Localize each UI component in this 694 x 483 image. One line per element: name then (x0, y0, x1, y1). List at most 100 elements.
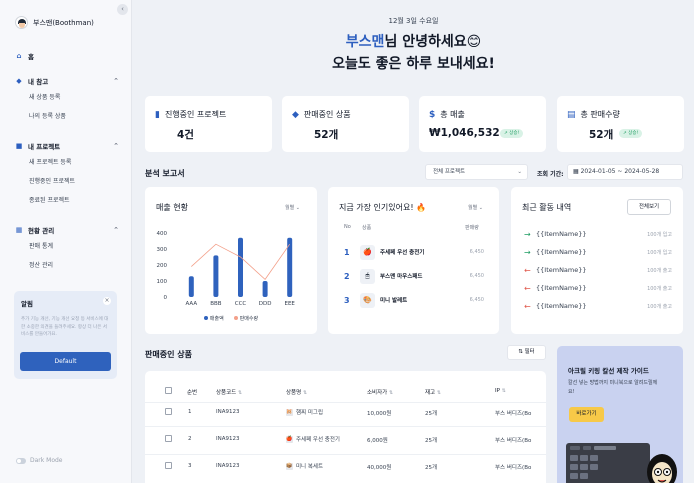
row-checkbox[interactable] (165, 435, 172, 442)
sidebar-item-my-products[interactable]: ◆ 내 참고 ⌃ (15, 74, 119, 88)
sales-panel: 매출 현황 월별 ⌄ 0 100 200 300 400 AAA BBB CCC DDD EEE … (145, 187, 317, 334)
greeting-rest: 님 안녕하세요😊 (384, 34, 482, 50)
greeting-name: 부스맨 (345, 34, 385, 50)
bar (262, 281, 268, 297)
sidebar-section-projects: ■ 내 프로젝트 ⌃ 새 프로젝트 등록 진행중인 프로젝트 종료된 프로젝트 (15, 139, 119, 210)
alert-default-button[interactable]: Default (20, 352, 111, 371)
current-date: 12월 3일 수요일 (388, 17, 439, 25)
sidebar: ‹ 부스맨(Boothman) ⌂ 홈 ◆ 내 참고 ⌃ 새 상품 등록 나의 … (0, 0, 132, 483)
sort-icon: ⇅ (302, 390, 308, 396)
activity-panel-title: 최근 활동 내역 (522, 203, 572, 212)
greeting-line-2: 오늘도 좋은 하루 보내세요! (332, 56, 495, 72)
col-product: 상품 (362, 225, 372, 231)
popular-period-dropdown[interactable]: 월별 ⌄ (468, 204, 483, 211)
list-item[interactable]: ← {{ItemName}} 100개 출고 (524, 282, 672, 294)
sidebar-item-sales-stats[interactable]: 판매 통계 (15, 237, 119, 256)
sidebar-item-active-projects[interactable]: 진행중인 프로젝트 (15, 172, 119, 191)
products-title: 판매중인 상품 (145, 350, 192, 359)
stat-value: 4건 (177, 129, 194, 141)
arrow-left-icon: ← (524, 283, 531, 293)
col-header-no[interactable]: 순번 (187, 388, 197, 396)
stat-value: ₩1,046,532 (429, 127, 500, 139)
dark-mode-label: Dark Mode (30, 457, 63, 464)
arrow-left-icon: ← (524, 301, 531, 311)
filter-button[interactable]: ⇅ 필터 (507, 345, 546, 360)
col-header-stock[interactable]: 재고 ⇅ (425, 388, 441, 396)
avatar (15, 16, 28, 29)
date-sep: ~ (617, 168, 623, 175)
trend-badge: ↗ 상승! (500, 129, 524, 138)
y-tick-label: 300 (157, 247, 168, 253)
promo-banner[interactable]: 아크릴 키링 칼선 제작 가이드 칼선 넣는 방법까지 미니북으로 알려드릴께요… (557, 346, 683, 483)
sales-chart: 0 100 200 300 400 AAA BBB CCC DDD EEE (157, 231, 296, 307)
sidebar-item-status[interactable]: ▦ 현황 관리 ⌃ (15, 223, 119, 237)
bar (238, 237, 243, 297)
product-thumbnail: 🍎 (286, 436, 293, 443)
chevron-up-icon: ⌃ (113, 226, 119, 234)
row-checkbox[interactable] (165, 462, 172, 469)
sidebar-item-my-projects[interactable]: ■ 내 프로젝트 ⌃ (15, 139, 119, 153)
folder-icon: ■ (15, 142, 23, 150)
col-header-code[interactable]: 상품코드 ⇅ (216, 388, 242, 396)
list-item[interactable]: → {{ItemName}} 100개 입고 (524, 228, 672, 240)
x-tick-label: DDD (259, 301, 272, 307)
sidebar-item-my-registered[interactable]: 나의 등록 상품 (15, 107, 119, 126)
col-no: No (344, 224, 351, 230)
project-select[interactable]: 전체 프로젝트 ⌄ (425, 164, 528, 180)
activity-panel: 최근 활동 내역 전체보기 → {{ItemName}} 100개 입고 → {{It… (511, 187, 683, 334)
legend-bar: 매출액 (203, 315, 224, 322)
list-item[interactable]: 1 🍎 주세페 우선 충전기 6,450 (344, 243, 484, 261)
sidebar-item-settlement[interactable]: 정산 관리 (15, 256, 119, 275)
arrow-left-icon: ← (524, 265, 531, 275)
stat-label: 진행중인 프로젝트 (164, 110, 227, 119)
bar (213, 255, 219, 297)
view-all-button[interactable]: 전체보기 (627, 199, 671, 215)
arrow-right-icon: → (524, 247, 531, 257)
select-all-checkbox[interactable] (165, 387, 172, 394)
list-item[interactable]: 3 🎨 미니 발레트 6,450 (344, 291, 484, 309)
sidebar-item-new-project[interactable]: 새 프로젝트 등록 (15, 153, 119, 172)
sort-icon: ⇅ (436, 390, 442, 396)
popular-period-value: 월별 (468, 205, 478, 211)
brand[interactable]: 부스맨(Boothman) (15, 16, 94, 29)
list-item[interactable]: 2 🖱 부스맨 마우스패드 6,450 (344, 267, 484, 285)
chart-legend: 매출액 판매수량 (145, 315, 317, 322)
chevron-up-icon: ⌃ (113, 142, 119, 150)
col-header-ip[interactable]: IP ⇅ (495, 388, 506, 394)
alert-text: 추가 기능 개선, 기능 개선 요청 등 서비스에 대한 소중한 의견을 들려주… (21, 317, 109, 337)
period-label: 조회 기간: (537, 171, 564, 178)
sidebar-item-new-product[interactable]: 새 상품 등록 (15, 88, 119, 107)
sidebar-item-home[interactable]: ⌂ 홈 (15, 49, 119, 63)
trend-badge: ↗ 상승! (619, 129, 643, 138)
col-header-name[interactable]: 상품명 ⇅ (286, 388, 307, 396)
x-tick-label: CCC (235, 301, 247, 307)
promo-text: 칼선 넣는 방법까지 미니북으로 알려드릴께요! (568, 380, 658, 395)
product-thumbnail: 🖱 (360, 268, 375, 284)
brand-name: 부스맨(Boothman) (33, 18, 94, 27)
sidebar-item-ended-projects[interactable]: 종료된 프로젝트 (15, 191, 119, 210)
popular-panel: 지금 가장 인기있어요! 🔥 월별 ⌄ No 상품 판매량 1 🍎 주세페 우선… (328, 187, 499, 334)
row-checkbox[interactable] (165, 408, 172, 415)
stat-value: 52개 (589, 129, 614, 141)
list-item[interactable]: → {{ItemName}} 100개 입고 (524, 246, 672, 258)
y-tick-label: 200 (157, 263, 168, 269)
col-header-price[interactable]: 소비자가 ⇅ (367, 388, 393, 396)
product-thumbnail: 🐹 (286, 409, 293, 416)
list-item[interactable]: ← {{ItemName}} 100개 출고 (524, 264, 672, 276)
close-icon[interactable]: × (103, 297, 111, 305)
promo-go-button[interactable]: 바로가기 (569, 407, 604, 422)
sidebar-item-label: 내 프로젝트 (28, 143, 61, 151)
dollar-icon: $ (429, 109, 436, 120)
dark-mode-toggle[interactable]: Dark Mode (16, 457, 63, 464)
product-thumbnail: 🎨 (360, 292, 375, 308)
list-item[interactable]: ← {{ItemName}} 100개 출고 (524, 300, 672, 312)
receipt-icon: ▤ (567, 109, 576, 120)
date-range-picker[interactable]: ▦ 2024-01-05 ~ 2024-05-28 (567, 164, 683, 180)
alert-card: 알림 × 추가 기능 개선, 기능 개선 요청 등 서비스에 대한 소중한 의견… (14, 291, 117, 379)
tag-icon: ◆ (16, 77, 22, 85)
chevron-left-icon[interactable]: ‹ (117, 4, 128, 15)
filter-icon: ⇅ (518, 349, 523, 355)
home-icon: ⌂ (16, 52, 22, 60)
products-table: 순번 상품코드 ⇅ 상품명 ⇅ 소비자가 ⇅ 재고 ⇅ IP ⇅ 1 INA91… (145, 371, 546, 483)
sidebar-item-label: 홈 (28, 53, 34, 61)
